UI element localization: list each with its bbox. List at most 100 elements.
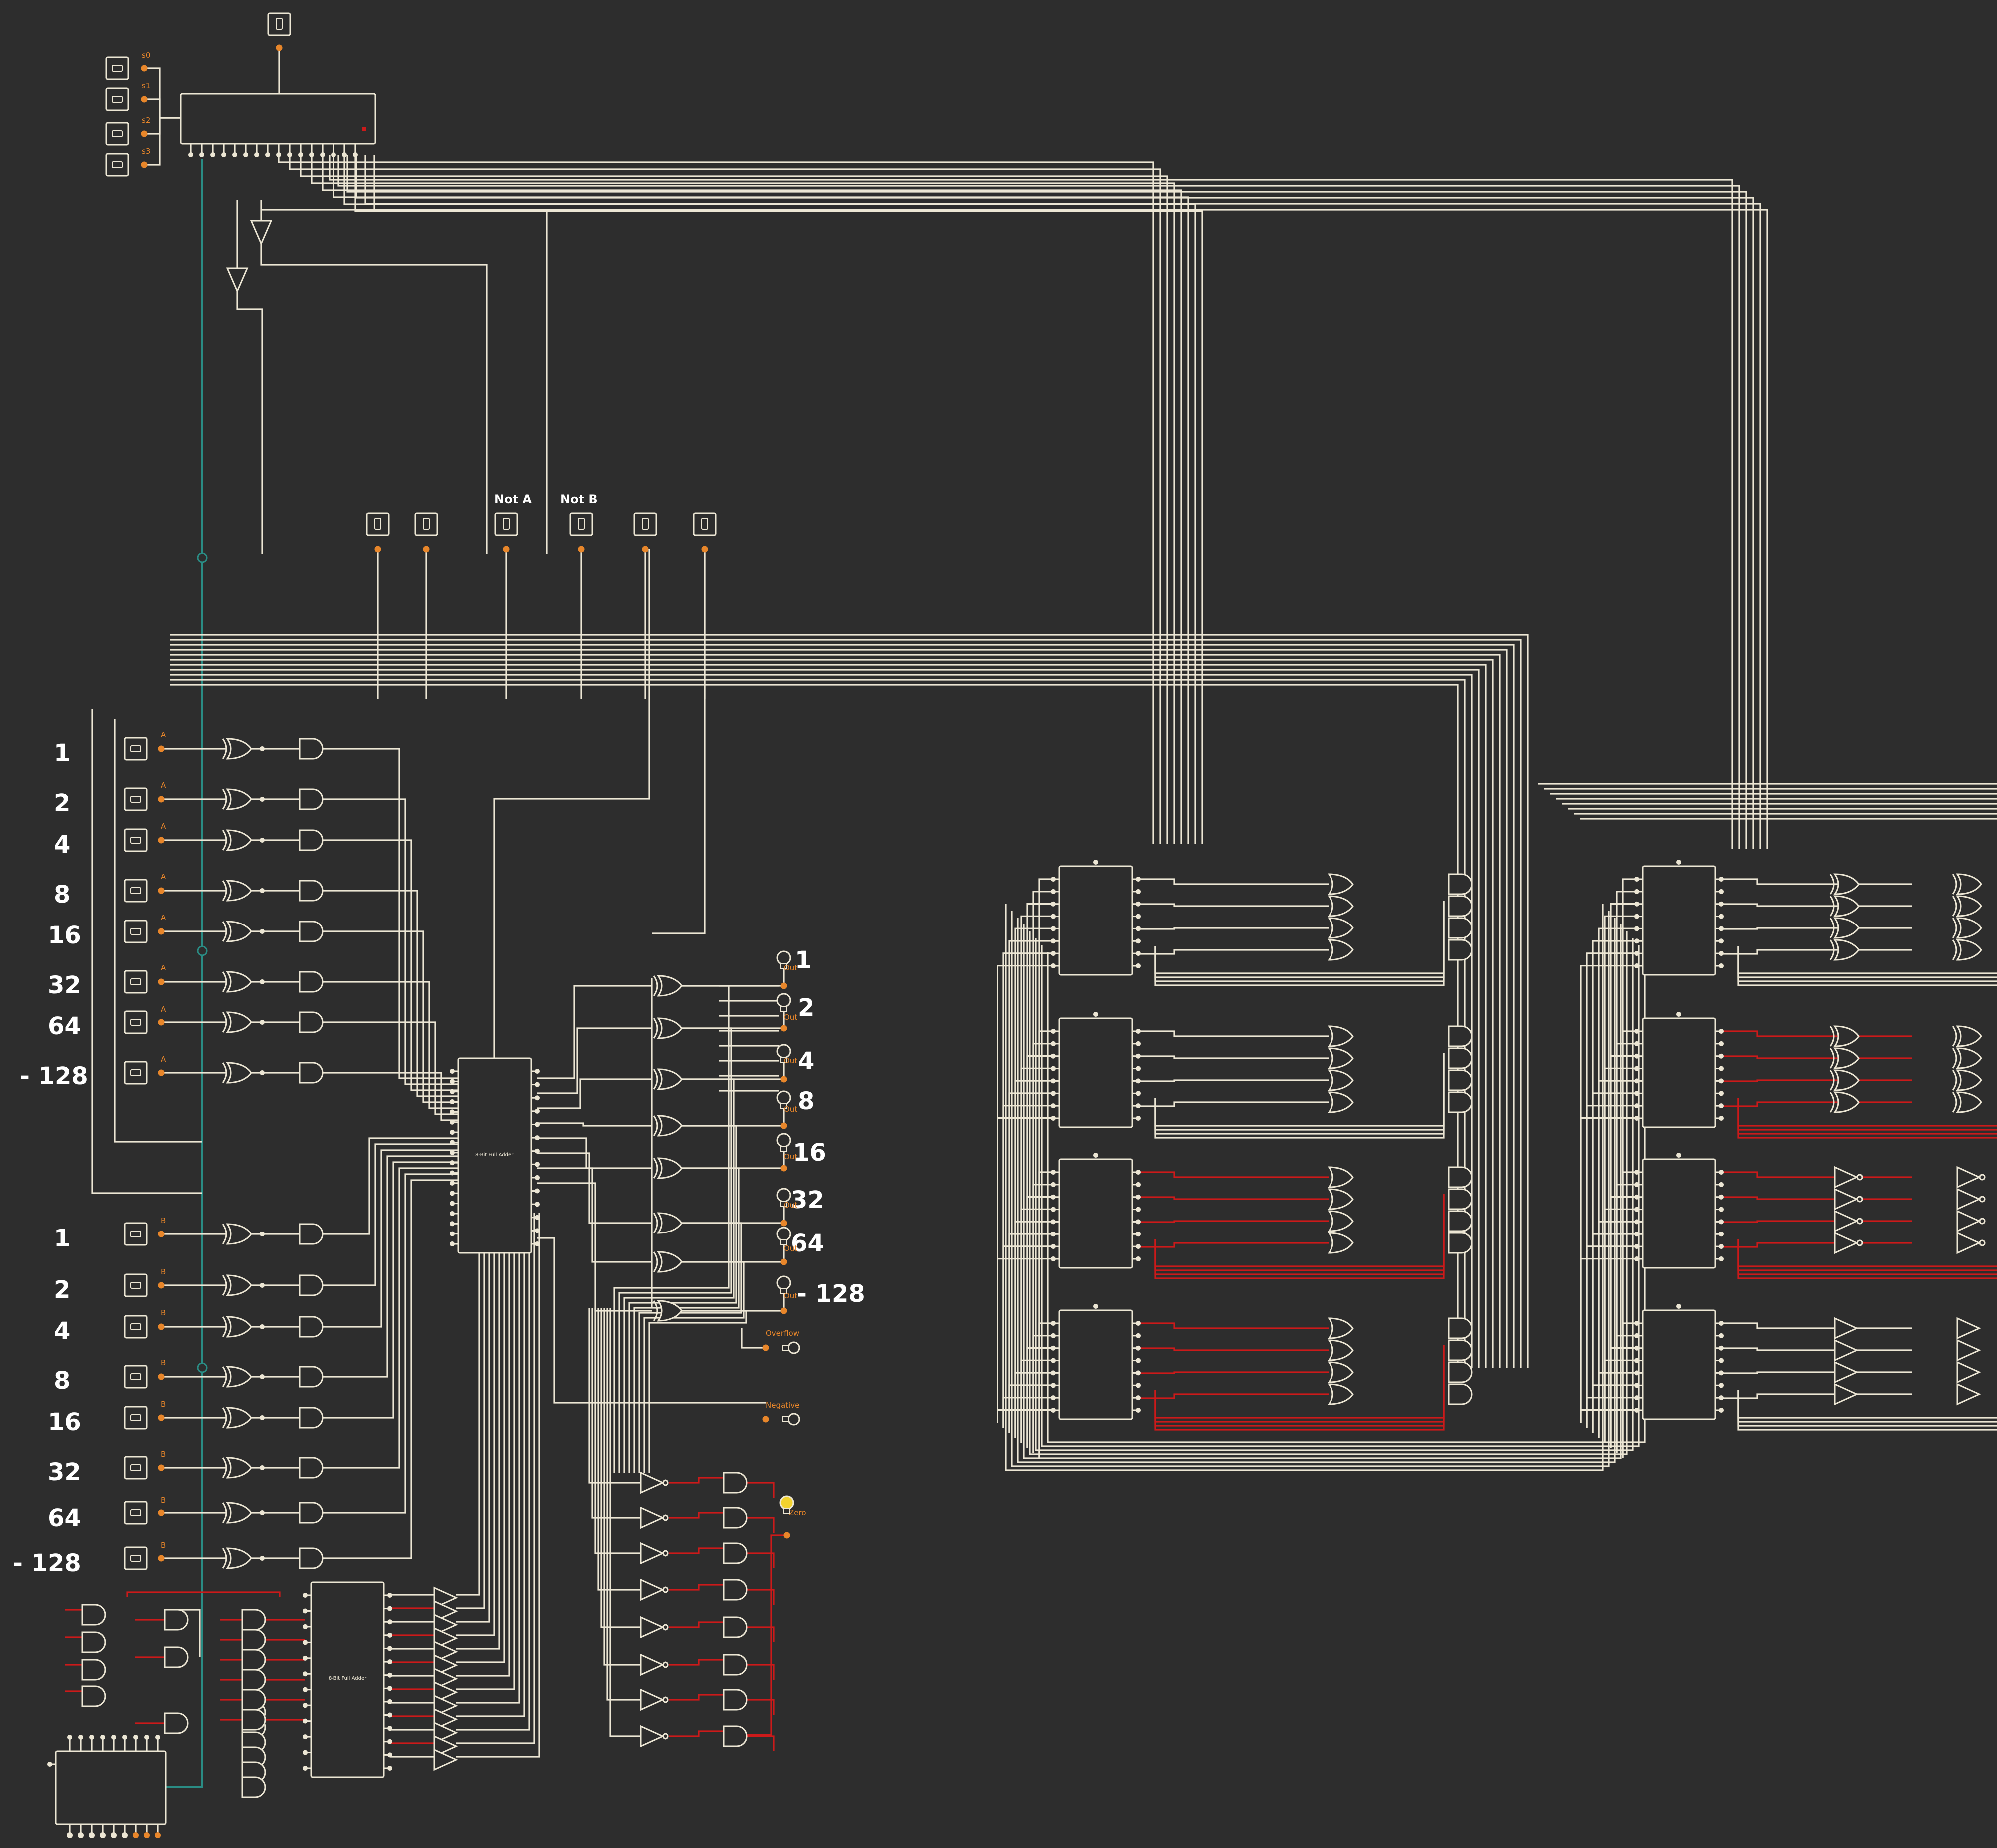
wire <box>669 1584 724 1591</box>
wire <box>337 155 1740 849</box>
right-xor-gate-b-1-1-0 <box>1956 1025 1982 1047</box>
right-xor-gate-1-1-0 <box>1833 1025 1860 1047</box>
light-bulb-icon <box>787 1341 800 1354</box>
decoder-output-pin <box>232 152 237 157</box>
right-and-gate-0-1-1 <box>1448 1047 1473 1069</box>
input-a-switch-6[interactable] <box>124 1010 148 1034</box>
input-a-switch-2[interactable] <box>124 828 148 852</box>
input-b-and-gate-1 <box>299 1274 324 1296</box>
select-switch-1[interactable] <box>105 87 129 111</box>
junction <box>260 1324 265 1329</box>
mode-switch-4[interactable] <box>633 512 657 536</box>
not-gate-icon <box>662 1696 669 1703</box>
not-gate-icon <box>1856 1218 1863 1225</box>
wire <box>289 155 1161 844</box>
right-and-gate-0-3-2 <box>1448 1361 1473 1383</box>
input-a-switch-4[interactable] <box>124 920 148 943</box>
right-buffer-gate-b-1-2-1 <box>1956 1188 1981 1211</box>
mode-switch-5[interactable] <box>693 512 717 536</box>
wire <box>456 1213 500 1650</box>
select-switch-2[interactable] <box>105 122 129 146</box>
select-pin-2 <box>141 130 148 137</box>
output-xor-gate-0 <box>657 975 683 997</box>
right-or-gate-0-0-1 <box>1328 895 1354 917</box>
light-bulb-icon <box>776 993 791 1008</box>
input-a-switch-1[interactable] <box>124 787 148 811</box>
xor-gate-icon <box>653 1069 658 1090</box>
wire <box>1154 901 1445 974</box>
mode-switch-pin-1 <box>423 546 430 553</box>
mode-switch-1[interactable] <box>414 512 438 536</box>
input-b-switch-7[interactable] <box>124 1546 148 1570</box>
toggle-switch-icon <box>124 1501 148 1525</box>
decoder-output-pin <box>199 152 204 157</box>
xor-gate-icon <box>653 1158 658 1179</box>
toggle-switch-icon <box>105 87 129 111</box>
a-pin-label-2: A <box>161 781 166 790</box>
mux-chip-0-1 <box>1051 1017 1141 1128</box>
wire <box>1721 1101 1912 1107</box>
wire <box>1002 952 1053 1428</box>
output-pin-3 <box>780 1122 787 1129</box>
input-a-switch-0[interactable] <box>124 737 148 761</box>
input-a-switch-7[interactable] <box>124 1061 148 1085</box>
toggle-switch-icon <box>124 737 148 761</box>
lower-and-gate-3 <box>81 1685 106 1707</box>
lower-select-and-2 <box>164 1712 189 1734</box>
decoder-enable-switch[interactable] <box>267 12 291 36</box>
wire <box>322 155 1182 844</box>
not-gate-icon <box>662 1514 669 1521</box>
decoder-output-pin <box>254 152 259 157</box>
xor-gate-icon <box>653 1213 658 1233</box>
right-buffer-gate-b-1-2-0 <box>1956 1166 1981 1189</box>
mode-switch-0[interactable] <box>366 512 390 536</box>
input-b-switch-6[interactable] <box>124 1501 148 1525</box>
zero-not-gate-7 <box>640 1725 665 1748</box>
mode-switch-3[interactable] <box>569 512 593 536</box>
b-pin-label-32: B <box>161 1450 166 1459</box>
light-bulb-icon <box>776 1133 791 1148</box>
input-a-switch-3[interactable] <box>124 879 148 903</box>
not-gate-icon <box>1979 1174 1986 1181</box>
input-a-pin-5 <box>158 978 165 985</box>
b-pin-label-64: B <box>161 1496 166 1505</box>
zero-and-gate-7 <box>723 1725 748 1747</box>
wire <box>323 1021 458 1115</box>
out-pin-label-2: Out <box>784 1013 797 1022</box>
input-b-switch-2[interactable] <box>124 1315 148 1339</box>
junction <box>260 1070 265 1075</box>
input-b-switch-4[interactable] <box>124 1406 148 1430</box>
right-and-gate-0-2-1 <box>1448 1188 1473 1210</box>
zero-not-gate-1 <box>640 1506 665 1529</box>
input-a-switch-5[interactable] <box>124 970 148 994</box>
input-b-switch-3[interactable] <box>124 1365 148 1389</box>
input-b-pin-3 <box>158 1373 165 1380</box>
mux-pin <box>111 1735 116 1740</box>
input-b-and-gate-3 <box>299 1366 324 1388</box>
xor-gate-icon <box>1952 1026 1957 1047</box>
input-b-switch-1[interactable] <box>124 1273 148 1297</box>
mode-switch-2[interactable] <box>494 512 518 536</box>
input-b-switch-5[interactable] <box>124 1456 148 1480</box>
decoder-enable-pin <box>276 44 283 51</box>
not-gate-icon <box>662 1624 669 1631</box>
input-b-pin-4 <box>158 1414 165 1421</box>
right-xor-gate-b-1-0-1 <box>1956 895 1982 917</box>
zero-not-gate-4 <box>640 1616 665 1639</box>
wire <box>236 291 263 554</box>
wire <box>537 985 652 1079</box>
select-switch-0[interactable] <box>105 56 129 80</box>
junction <box>260 797 265 802</box>
output-xor-gate-5 <box>657 1212 683 1234</box>
decoder-output-pin <box>342 152 347 157</box>
light-bulb-icon <box>776 1188 791 1203</box>
toggle-switch-icon <box>105 56 129 80</box>
wire <box>323 798 458 1085</box>
toggle-switch-icon <box>105 153 129 177</box>
a-pin-label-16: A <box>161 913 166 922</box>
toggle-switch-icon <box>124 920 148 943</box>
select-switch-3[interactable] <box>105 153 129 177</box>
not-gate-icon <box>1979 1239 1986 1246</box>
right-xor-gate-1-1-1 <box>1833 1047 1860 1069</box>
input-b-switch-0[interactable] <box>124 1222 148 1246</box>
